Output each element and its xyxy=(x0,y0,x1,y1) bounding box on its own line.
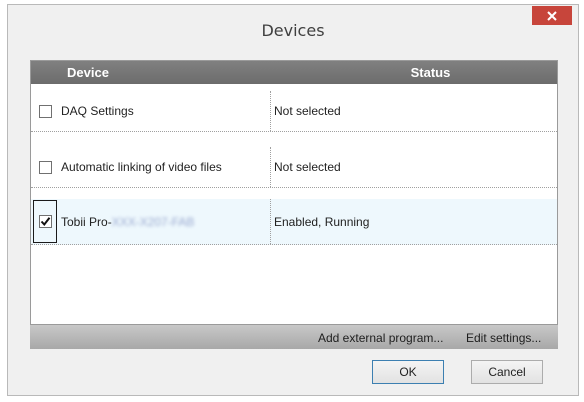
device-name-prefix: Tobii Pro- xyxy=(61,215,112,229)
column-header-status[interactable]: Status xyxy=(363,65,498,80)
close-button[interactable] xyxy=(532,6,572,25)
table-row[interactable]: DAQ Settings Not selected xyxy=(31,91,557,132)
add-external-program-link[interactable]: Add external program... xyxy=(318,331,443,345)
device-name: Automatic linking of video files xyxy=(61,160,222,174)
device-status: Not selected xyxy=(274,160,341,174)
device-status: Enabled, Running xyxy=(274,215,370,229)
cancel-button[interactable]: Cancel xyxy=(471,360,543,384)
table-row-selected[interactable]: Tobii Pro-XXX-X207-FAB Enabled, Running xyxy=(31,199,557,245)
window-title: Devices xyxy=(261,21,325,40)
device-checkbox-checked[interactable] xyxy=(39,215,52,228)
device-serial-blurred: XXX-X207-FAB xyxy=(111,215,195,229)
table-row[interactable]: Automatic linking of video files Not sel… xyxy=(31,147,557,188)
cell-divider xyxy=(270,199,271,244)
cell-divider xyxy=(270,91,271,131)
devices-dialog: Devices Device Status DAQ Settings Not s… xyxy=(7,4,579,396)
device-status: Not selected xyxy=(274,104,341,118)
ok-button[interactable]: OK xyxy=(372,360,444,384)
devices-grid: Device Status DAQ Settings Not selected … xyxy=(30,60,558,325)
column-header-device[interactable]: Device xyxy=(67,65,109,80)
device-checkbox[interactable] xyxy=(39,161,52,174)
close-icon xyxy=(547,10,557,21)
checkmark-icon xyxy=(40,217,51,227)
title-bar: Devices xyxy=(8,5,578,52)
device-name: Tobii Pro-XXX-X207-FAB xyxy=(61,215,194,229)
device-checkbox[interactable] xyxy=(39,105,52,118)
device-name: DAQ Settings xyxy=(61,104,134,118)
grid-toolbar: Add external program... Edit settings... xyxy=(30,325,558,349)
grid-header: Device Status xyxy=(31,61,557,84)
edit-settings-link[interactable]: Edit settings... xyxy=(466,331,541,345)
cell-divider xyxy=(270,147,271,187)
